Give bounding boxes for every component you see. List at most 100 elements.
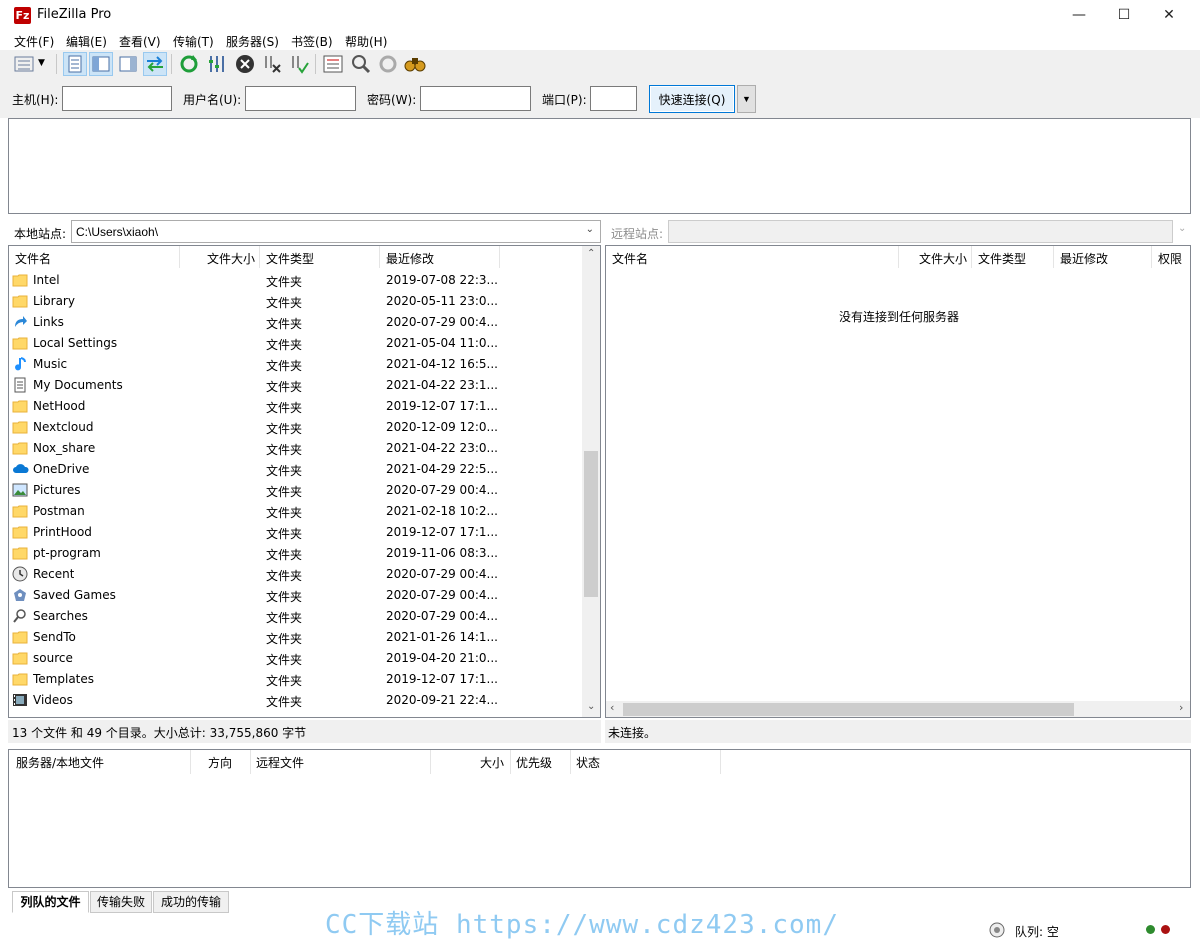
speed-limit-icon[interactable] <box>989 922 1005 938</box>
remote-file-list[interactable]: 文件名 ⌃ 文件大小 文件类型 最近修改 权限 没有连接到任何服务器 ‹ › <box>605 245 1191 718</box>
documents-icon <box>12 377 28 393</box>
table-row[interactable]: Nox_share 文件夹 2021-04-22 23:0... <box>9 438 579 459</box>
column-modified[interactable]: 最近修改 <box>380 246 500 268</box>
table-row[interactable]: OneDrive 文件夹 2021-04-29 22:5... <box>9 459 579 480</box>
table-row[interactable]: Videos 文件夹 2020-09-21 22:4... <box>9 690 579 711</box>
remote-column-filetype[interactable]: 文件类型 <box>972 246 1054 268</box>
table-row[interactable]: Recent 文件夹 2020-07-29 00:4... <box>9 564 579 585</box>
table-row[interactable]: Nextcloud 文件夹 2020-12-09 12:0... <box>9 417 579 438</box>
directory-filter-icon[interactable] <box>321 52 345 76</box>
file-name: Intel <box>33 273 60 287</box>
column-filesize[interactable]: 文件大小 <box>180 246 260 268</box>
table-row[interactable]: Intel 文件夹 2019-07-08 22:3... <box>9 270 579 291</box>
remote-scroll-thumb[interactable] <box>623 703 1074 716</box>
remote-column-filesize-label: 文件大小 <box>918 252 967 266</box>
reconnect-icon[interactable] <box>287 52 311 76</box>
local-path-combobox[interactable]: C:\Users\xiaoh\ ⌄ <box>71 220 601 243</box>
quickconnect-button[interactable]: 快速连接(Q) <box>649 85 735 113</box>
disconnect-icon[interactable] <box>260 52 284 76</box>
scroll-left-icon[interactable]: ‹ <box>610 701 614 714</box>
menu-view[interactable]: 查看(V) <box>119 33 161 50</box>
file-name: pt-program <box>33 546 101 560</box>
refresh-icon[interactable] <box>177 52 201 76</box>
directory-compare-icon[interactable] <box>349 52 373 76</box>
transfer-queue[interactable]: 服务器/本地文件 方向 远程文件 大小 优先级 状态 <box>8 749 1191 888</box>
folder-icon <box>12 629 28 645</box>
toggle-queue-icon[interactable] <box>143 52 167 76</box>
tab-failed-transfers[interactable]: 传输失败 <box>90 891 152 913</box>
process-queue-icon[interactable] <box>205 52 229 76</box>
menu-server[interactable]: 服务器(S) <box>226 33 279 50</box>
table-row[interactable]: PrintHood 文件夹 2019-12-07 17:1... <box>9 522 579 543</box>
table-row[interactable]: NetHood 文件夹 2019-12-07 17:1... <box>9 396 579 417</box>
file-type: 文件夹 <box>266 653 303 667</box>
table-row[interactable]: pt-program 文件夹 2019-11-06 08:3... <box>9 543 579 564</box>
close-icon[interactable]: ✕ <box>1146 0 1192 30</box>
table-row[interactable]: Searches 文件夹 2020-07-29 00:4... <box>9 606 579 627</box>
file-name: Recent <box>33 567 75 581</box>
minimize-icon[interactable]: — <box>1056 0 1102 30</box>
table-row[interactable]: Templates 文件夹 2019-12-07 17:1... <box>9 669 579 690</box>
quickconnect-dropdown-icon[interactable]: ▼ <box>737 85 756 113</box>
port-input[interactable] <box>590 86 637 111</box>
local-file-list[interactable]: 文件名 ⌃ 文件大小 文件类型 最近修改 Intel 文件夹 2019-07-08 … <box>8 245 601 718</box>
local-status-bar: 13 个文件 和 49 个目录。大小总计: 33,755,860 字节 <box>8 720 601 743</box>
file-name: PrintHood <box>33 525 92 539</box>
chevron-down-icon[interactable]: ⌄ <box>586 224 594 235</box>
menu-transfer[interactable]: 传输(T) <box>173 33 214 50</box>
remote-column-permissions[interactable]: 权限 <box>1152 246 1190 268</box>
menu-edit[interactable]: 编辑(E) <box>66 33 107 50</box>
local-vertical-scrollbar[interactable]: ⌃ ⌄ <box>582 246 600 717</box>
file-type: 文件夹 <box>266 674 303 688</box>
menu-bookmarks[interactable]: 书签(B) <box>291 33 333 50</box>
host-input[interactable] <box>62 86 172 111</box>
table-row[interactable]: My Documents 文件夹 2021-04-22 23:1... <box>9 375 579 396</box>
table-row[interactable]: source 文件夹 2019-04-20 21:0... <box>9 648 579 669</box>
partial-row <box>9 716 581 717</box>
toggle-local-tree-icon[interactable] <box>89 52 113 76</box>
queue-column-direction[interactable]: 方向 <box>208 754 232 771</box>
cancel-operation-icon[interactable] <box>233 52 257 76</box>
scroll-up-icon[interactable]: ⌃ <box>587 248 595 259</box>
queue-column-status[interactable]: 状态 <box>576 754 600 771</box>
table-row[interactable]: Postman 文件夹 2021-02-18 10:2... <box>9 501 579 522</box>
column-divider <box>190 750 191 774</box>
queue-column-size[interactable]: 大小 <box>480 754 504 771</box>
menu-file[interactable]: 文件(F) <box>14 33 54 50</box>
toggle-log-icon[interactable] <box>63 52 87 76</box>
username-input[interactable] <box>245 86 356 111</box>
table-row[interactable]: Music 文件夹 2021-04-12 16:5... <box>9 354 579 375</box>
toggle-remote-tree-icon[interactable] <box>116 52 140 76</box>
remote-site-label: 远程站点: <box>611 227 664 241</box>
scroll-down-icon[interactable]: ⌄ <box>587 701 595 712</box>
table-row[interactable]: Saved Games 文件夹 2020-07-29 00:4... <box>9 585 579 606</box>
search-files-icon[interactable] <box>403 52 427 76</box>
file-modified: 2020-07-29 00:4... <box>386 588 498 602</box>
tab-successful-transfers[interactable]: 成功的传输 <box>153 891 229 913</box>
menu-help[interactable]: 帮助(H) <box>345 33 387 50</box>
site-manager-dropdown-icon[interactable]: ▼ <box>38 58 45 68</box>
password-input[interactable] <box>420 86 531 111</box>
remote-horizontal-scrollbar[interactable]: ‹ › <box>606 701 1190 717</box>
sync-browsing-icon[interactable] <box>376 52 400 76</box>
maximize-icon[interactable]: ☐ <box>1101 0 1147 30</box>
table-row[interactable]: SendTo 文件夹 2021-01-26 14:1... <box>9 627 579 648</box>
local-scroll-thumb[interactable] <box>584 451 598 597</box>
queue-column-server-local[interactable]: 服务器/本地文件 <box>16 754 104 771</box>
tab-queued-files[interactable]: 列队的文件 <box>12 891 89 913</box>
file-name: Nox_share <box>33 441 96 455</box>
scroll-right-icon[interactable]: › <box>1179 701 1183 714</box>
site-manager-icon[interactable] <box>12 52 36 76</box>
table-row[interactable]: Links 文件夹 2020-07-29 00:4... <box>9 312 579 333</box>
queue-column-priority[interactable]: 优先级 <box>516 754 552 771</box>
file-type: 文件夹 <box>266 443 303 457</box>
remote-column-modified[interactable]: 最近修改 <box>1054 246 1152 268</box>
table-row[interactable]: Library 文件夹 2020-05-11 23:0... <box>9 291 579 312</box>
queue-column-remote-file[interactable]: 远程文件 <box>256 754 304 771</box>
remote-column-filesize[interactable]: 文件大小 <box>899 246 972 268</box>
table-row[interactable]: Local Settings 文件夹 2021-05-04 11:0... <box>9 333 579 354</box>
table-row[interactable]: Pictures 文件夹 2020-07-29 00:4... <box>9 480 579 501</box>
file-type: 文件夹 <box>266 611 303 625</box>
message-log[interactable] <box>8 118 1191 214</box>
column-filetype[interactable]: 文件类型 <box>260 246 380 268</box>
